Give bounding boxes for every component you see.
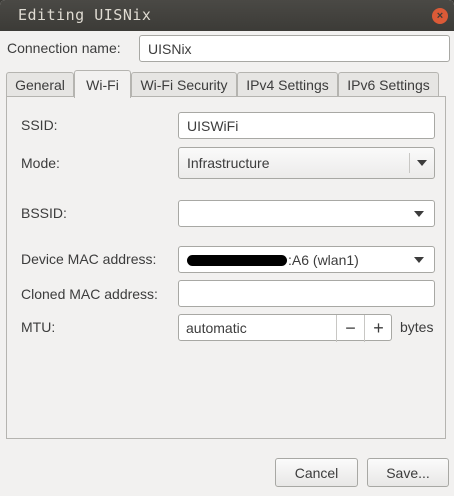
ssid-value: UISWiFi [187,117,239,134]
ssid-input[interactable]: UISWiFi [178,112,435,139]
tab-label: General [15,77,65,93]
tab-label: IPv4 Settings [246,77,329,93]
mtu-spinbutton[interactable]: automatic − + [178,314,392,342]
tab-wifi[interactable]: Wi-Fi [74,70,131,98]
mode-label: Mode: [21,155,60,171]
bssid-label: BSSID: [21,205,67,221]
tab-general[interactable]: General [6,72,74,97]
minus-icon[interactable]: − [336,315,364,342]
connection-name-input[interactable]: UISNix [139,35,450,62]
cloned-mac-input[interactable] [178,280,435,307]
minus-glyph: − [345,318,356,338]
mtu-label: MTU: [21,319,56,335]
tab-bar: General Wi-Fi Wi-Fi Security IPv4 Settin… [6,70,446,98]
mtu-value: automatic [186,319,247,336]
tab-ipv4-settings[interactable]: IPv4 Settings [237,72,338,97]
close-icon[interactable]: × [432,8,448,24]
plus-icon[interactable]: + [364,315,392,342]
tab-wifi-security[interactable]: Wi-Fi Security [131,72,237,97]
tab-ipv6-settings[interactable]: IPv6 Settings [338,72,439,97]
tab-label: Wi-Fi [86,76,119,93]
device-mac-suffix: :A6 (wlan1) [288,251,359,268]
plus-glyph: + [373,318,384,338]
mtu-unit-label: bytes [400,319,434,335]
device-mac-combo[interactable]: :A6 (wlan1) [178,246,435,273]
connection-name-label: Connection name: [7,40,121,56]
cancel-button[interactable]: Cancel [275,458,358,487]
title-bar[interactable]: Editing UISNix × [0,0,454,31]
bssid-combo[interactable] [178,200,435,227]
edit-connection-dialog: Editing UISNix × Connection name: UISNix… [0,0,454,496]
chevron-down-icon[interactable] [404,256,434,263]
mode-select[interactable]: Infrastructure [178,147,435,179]
tab-label: Wi-Fi Security [140,77,228,93]
device-mac-value: :A6 (wlan1) [179,252,404,268]
ssid-label: SSID: [21,117,58,133]
redacted-mask [187,255,287,267]
connection-name-value: UISNix [148,40,192,57]
cloned-mac-label: Cloned MAC address: [21,286,158,302]
window-title: Editing UISNix [18,6,152,24]
tab-label: IPv6 Settings [347,77,430,93]
close-glyph: × [436,9,444,22]
chevron-down-icon [410,160,434,166]
mode-value: Infrastructure [187,155,270,171]
chevron-down-icon[interactable] [404,210,434,217]
device-mac-label: Device MAC address: [21,251,157,267]
save-button[interactable]: Save... [367,458,449,487]
